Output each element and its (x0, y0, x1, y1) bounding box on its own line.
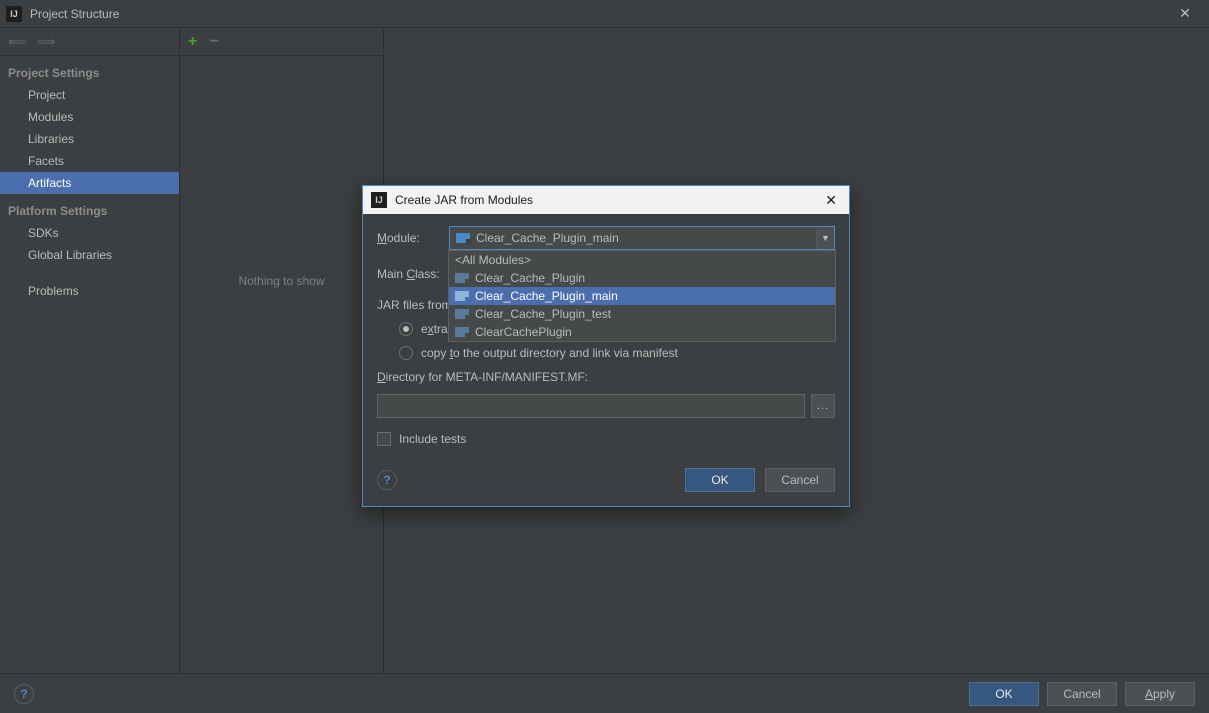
sidebar-toolbar: ⟸ ⟹ (0, 28, 179, 56)
dialog-cancel-button[interactable]: Cancel (765, 468, 835, 492)
app-icon: IJ (6, 6, 22, 22)
window-cancel-button[interactable]: Cancel (1047, 682, 1117, 706)
chevron-down-icon: ▼ (816, 227, 834, 249)
sidebar-item-sdks[interactable]: SDKs (0, 222, 179, 244)
dialog-close-button[interactable]: ✕ (821, 192, 841, 209)
window-close-button[interactable]: ✕ (1167, 5, 1203, 22)
module-icon (455, 309, 469, 319)
artifact-list-panel: + − Nothing to show (180, 28, 384, 673)
sidebar-item-facets[interactable]: Facets (0, 150, 179, 172)
include-tests-row[interactable]: Include tests (377, 432, 835, 446)
module-icon (455, 327, 469, 337)
help-button[interactable]: ? (14, 684, 34, 704)
module-dropdown: <All Modules> Clear_Cache_Plugin Clear_C… (448, 250, 836, 342)
dialog-titlebar: IJ Create JAR from Modules ✕ (363, 186, 849, 214)
dialog-ok-button[interactable]: OK (685, 468, 755, 492)
dropdown-item-clear-cache-plugin[interactable]: Clear_Cache_Plugin (449, 269, 835, 287)
artifact-toolbar: + − (180, 28, 383, 56)
manifest-directory-input[interactable] (377, 394, 805, 418)
main-class-label: Main Class: (377, 267, 449, 281)
sidebar-item-global-libraries[interactable]: Global Libraries (0, 244, 179, 266)
back-icon[interactable]: ⟸ (8, 34, 27, 50)
module-combo[interactable]: Clear_Cache_Plugin_main ▼ (449, 226, 835, 250)
window-title: Project Structure (30, 7, 1167, 21)
section-project-settings: Project Settings (0, 56, 179, 84)
section-platform-settings: Platform Settings (0, 194, 179, 222)
empty-list-label: Nothing to show (180, 56, 383, 288)
module-label: Module: (377, 231, 449, 245)
module-icon (456, 233, 470, 243)
window-footer: ? OK Cancel Apply (0, 673, 1209, 713)
dropdown-item-clear-cache-plugin-test[interactable]: Clear_Cache_Plugin_test (449, 305, 835, 323)
include-tests-label: Include tests (399, 432, 466, 446)
add-artifact-button[interactable]: + (188, 33, 197, 51)
radio-extract[interactable] (399, 322, 413, 336)
dialog-title: Create JAR from Modules (395, 193, 821, 207)
dropdown-item-clear-cache-plugin-main[interactable]: Clear_Cache_Plugin_main (449, 287, 835, 305)
dialog-body: Module: Clear_Cache_Plugin_main ▼ <All M… (363, 214, 849, 506)
directory-label: Directory for META-INF/MANIFEST.MF: (377, 370, 835, 384)
create-jar-dialog: IJ Create JAR from Modules ✕ Module: Cle… (362, 185, 850, 507)
sidebar-item-modules[interactable]: Modules (0, 106, 179, 128)
dialog-app-icon: IJ (371, 192, 387, 208)
window-apply-button[interactable]: Apply (1125, 682, 1195, 706)
dialog-footer: ? OK Cancel (377, 468, 835, 492)
radio-copy-label: copy to the output directory and link vi… (421, 346, 678, 360)
module-combo-value: Clear_Cache_Plugin_main (476, 231, 812, 245)
sidebar-item-artifacts[interactable]: Artifacts (0, 172, 179, 194)
sidebar: ⟸ ⟹ Project Settings Project Modules Lib… (0, 28, 180, 673)
forward-icon[interactable]: ⟹ (37, 34, 56, 50)
include-tests-checkbox[interactable] (377, 432, 391, 446)
remove-artifact-button[interactable]: − (209, 33, 218, 51)
manifest-directory-browse-button[interactable]: ... (811, 394, 835, 418)
module-icon (455, 291, 469, 301)
module-icon (455, 273, 469, 283)
sidebar-item-problems[interactable]: Problems (0, 266, 179, 302)
radio-copy-row[interactable]: copy to the output directory and link vi… (399, 346, 835, 360)
sidebar-item-project[interactable]: Project (0, 84, 179, 106)
window-ok-button[interactable]: OK (969, 682, 1039, 706)
radio-copy[interactable] (399, 346, 413, 360)
dropdown-item-all-modules[interactable]: <All Modules> (449, 251, 835, 269)
sidebar-item-libraries[interactable]: Libraries (0, 128, 179, 150)
dropdown-item-clearcacheplugin[interactable]: ClearCachePlugin (449, 323, 835, 341)
window-titlebar: IJ Project Structure ✕ (0, 0, 1209, 28)
dialog-help-button[interactable]: ? (377, 470, 397, 490)
